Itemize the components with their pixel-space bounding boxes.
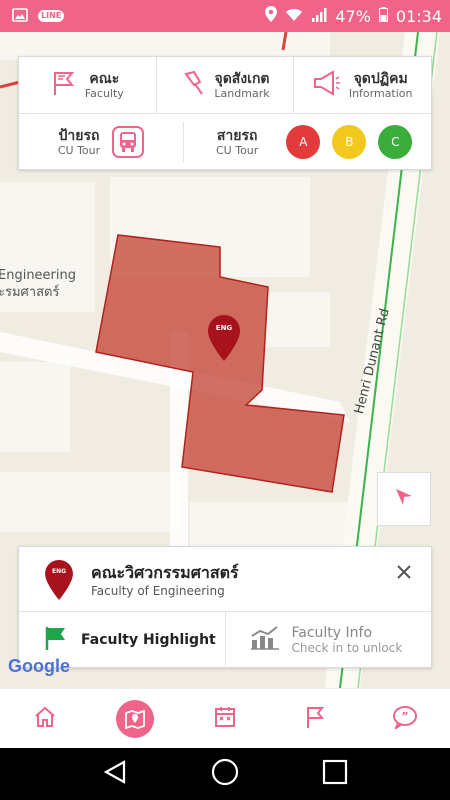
landmark-label-en: Landmark	[214, 86, 270, 100]
faculty-info-label: Faculty Info	[291, 624, 373, 641]
chat-quote-icon: ”	[392, 705, 418, 733]
green-flag-icon	[43, 625, 69, 655]
nav-map[interactable]	[115, 699, 155, 739]
svg-text:”: ”	[401, 710, 408, 723]
nav-faculty[interactable]	[295, 699, 335, 739]
bus-line-label-th: สายรถ	[216, 127, 258, 144]
battery-icon	[378, 6, 388, 26]
system-nav-bar	[0, 748, 450, 800]
megaphone-icon	[313, 70, 341, 100]
faculty-category-button[interactable]: คณะ Faculty	[19, 57, 157, 113]
calendar-icon	[213, 705, 237, 733]
status-bar: LINE 47% 01:34	[0, 0, 450, 32]
close-icon[interactable]	[395, 563, 413, 581]
recents-icon[interactable]	[322, 759, 348, 789]
bottom-nav: ”	[0, 688, 450, 748]
bus-line-selector: สายรถ CU Tour A B C	[184, 125, 431, 159]
faculty-title-en: Faculty of Engineering	[91, 584, 225, 598]
flag-outline-icon	[304, 705, 326, 733]
map-label-engineering: Engineering ะรมศาสตร์	[0, 268, 76, 300]
my-location-button[interactable]	[377, 472, 431, 526]
bus-stop-label-th: ป้ายรถ	[58, 127, 100, 144]
faculty-title-th: คณะวิศวกรรมศาสตร์	[91, 563, 239, 582]
landmark-category-button[interactable]: จุดสังเกต Landmark	[157, 57, 295, 113]
navigation-arrow-icon	[394, 487, 414, 511]
nav-chat[interactable]: ”	[385, 699, 425, 739]
bus-stop-button[interactable]: ป้ายรถ CU Tour	[19, 122, 184, 162]
information-category-button[interactable]: จุดปฏิคม Information	[294, 57, 431, 113]
map-icon	[116, 699, 154, 738]
map-category-panel: คณะ Faculty จุดสังเกต Landmark จุดปฏิคม …	[18, 56, 432, 170]
information-label-th: จุดปฏิคม	[353, 70, 408, 87]
location-icon	[265, 6, 278, 26]
battery-percent: 47%	[335, 6, 371, 26]
faculty-pin-icon: ENG	[45, 560, 73, 600]
faculty-highlight-label: Faculty Highlight	[81, 632, 216, 648]
wifi-icon	[285, 7, 303, 26]
landmark-label-th: จุดสังเกต	[214, 70, 270, 87]
home-icon	[33, 705, 57, 733]
line-notification-icon: LINE	[38, 10, 65, 22]
nav-schedule[interactable]	[205, 699, 245, 739]
faculty-map-pin[interactable]: ENG	[208, 315, 240, 361]
bus-line-b-button[interactable]: B	[332, 125, 367, 159]
faculty-info-sublabel: Check in to unlock	[291, 640, 403, 655]
home-circle-icon[interactable]	[211, 758, 239, 790]
clock: 01:34	[395, 6, 442, 26]
signal-icon	[311, 7, 327, 26]
faculty-info-card: ENG คณะวิศวกรรมศาสตร์ Faculty of Enginee…	[18, 546, 432, 668]
bus-line-a-button[interactable]: A	[286, 125, 321, 159]
flag-icon	[51, 70, 77, 100]
chart-icon	[250, 626, 280, 654]
pin-icon	[180, 70, 206, 100]
faculty-info-button[interactable]: Faculty Info Check in to unlock	[226, 612, 432, 668]
google-logo: Google	[8, 656, 70, 676]
bus-stop-label-en: CU Tour	[57, 143, 101, 157]
bus-icon	[112, 126, 145, 158]
back-icon[interactable]	[102, 759, 128, 789]
nav-home[interactable]	[25, 699, 65, 739]
information-label-en: Information	[348, 86, 413, 100]
image-notification-icon	[12, 7, 28, 26]
faculty-label-th: คณะ	[89, 70, 120, 87]
faculty-label-en: Faculty	[84, 86, 124, 100]
bus-line-c-button[interactable]: C	[378, 125, 413, 159]
bus-line-label-en: CU Tour	[216, 143, 259, 157]
